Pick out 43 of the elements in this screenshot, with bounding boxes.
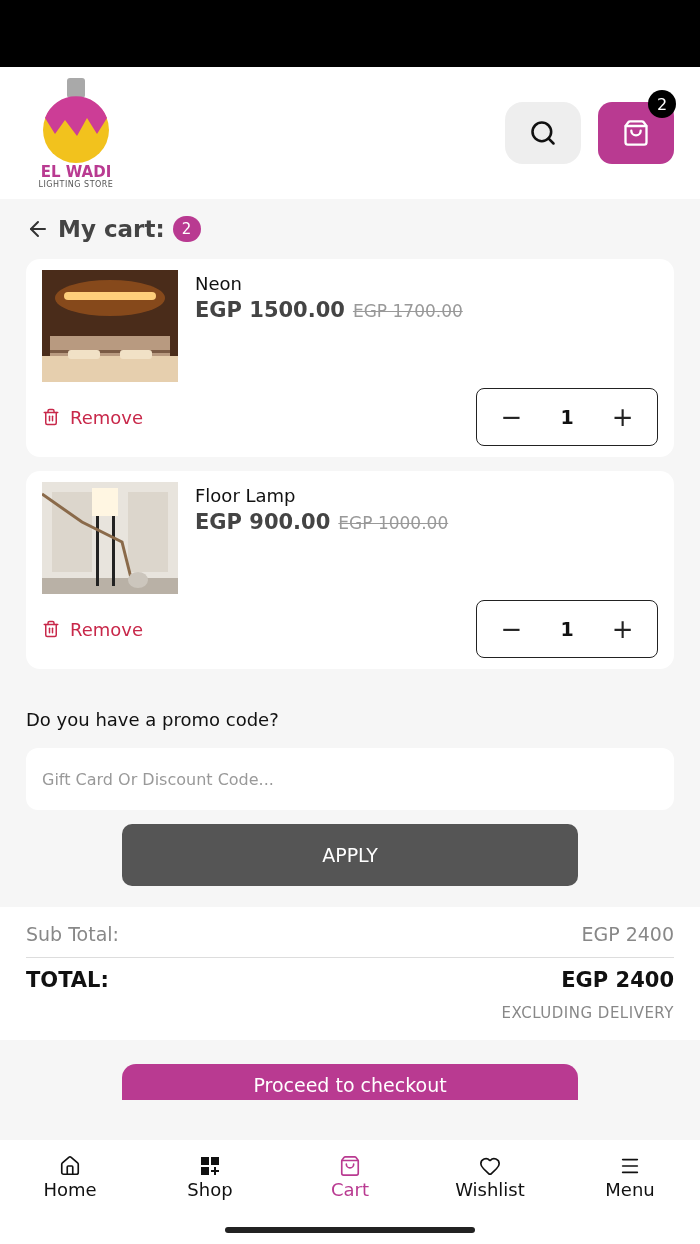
cart-count-badge: 2 [172,216,201,242]
nav-tab[interactable]: Menu [575,1154,685,1201]
grid-plus-icon [199,1155,221,1177]
promo-code-field[interactable]: Gift Card Or Discount Code... [26,748,674,810]
increase-button[interactable]: + [602,613,643,645]
search-button[interactable] [505,102,581,164]
promo-question: Do you have a promo code? [26,709,280,730]
decrease-button[interactable]: − [491,613,532,645]
bag-icon [622,119,650,147]
heart-icon [479,1155,501,1177]
quantity-value: 1 [560,618,574,640]
bag-icon [339,1155,361,1177]
cart-title: My cart: [58,216,165,242]
search-icon [529,119,557,147]
decrease-button[interactable]: − [491,401,532,433]
logo-name: EL WADI [40,163,112,180]
nav-tab[interactable]: Wishlist [435,1154,545,1201]
product-name: Floor Lamp [195,485,297,506]
trash-icon [42,408,60,426]
remove-button[interactable]: Remove [42,618,144,640]
subtotal-value: EGP 2400 [581,923,674,945]
subtotal-label: Sub Total: [26,923,119,945]
delivery-note: EXCLUDING DELIVERY [501,1004,674,1022]
nav-tab[interactable]: Home [15,1154,125,1201]
bulb-logo-icon [41,77,111,164]
product-price: EGP 1500.00 [195,298,345,322]
product-name: Neon [195,273,243,294]
apply-button[interactable]: APPLY [122,824,578,886]
old-price: EGP 1700.00 [352,301,463,321]
total-label: TOTAL: [26,968,109,992]
checkout-button[interactable]: Proceed to checkout [122,1064,578,1100]
nav-tab[interactable]: Cart [295,1154,405,1201]
old-price: EGP 1000.00 [338,513,449,533]
product-price: EGP 900.00 [195,510,331,534]
remove-button[interactable]: Remove [42,406,144,428]
home-icon [59,1155,81,1177]
logo-tagline: LIGHTING STORE [38,179,114,189]
trash-icon [42,620,60,638]
nav-tab[interactable]: Shop [155,1154,265,1201]
increase-button[interactable]: + [602,401,643,433]
quantity-value: 1 [560,406,574,428]
total-value: EGP 2400 [561,968,674,992]
cart-count-badge: 2 [648,90,676,118]
